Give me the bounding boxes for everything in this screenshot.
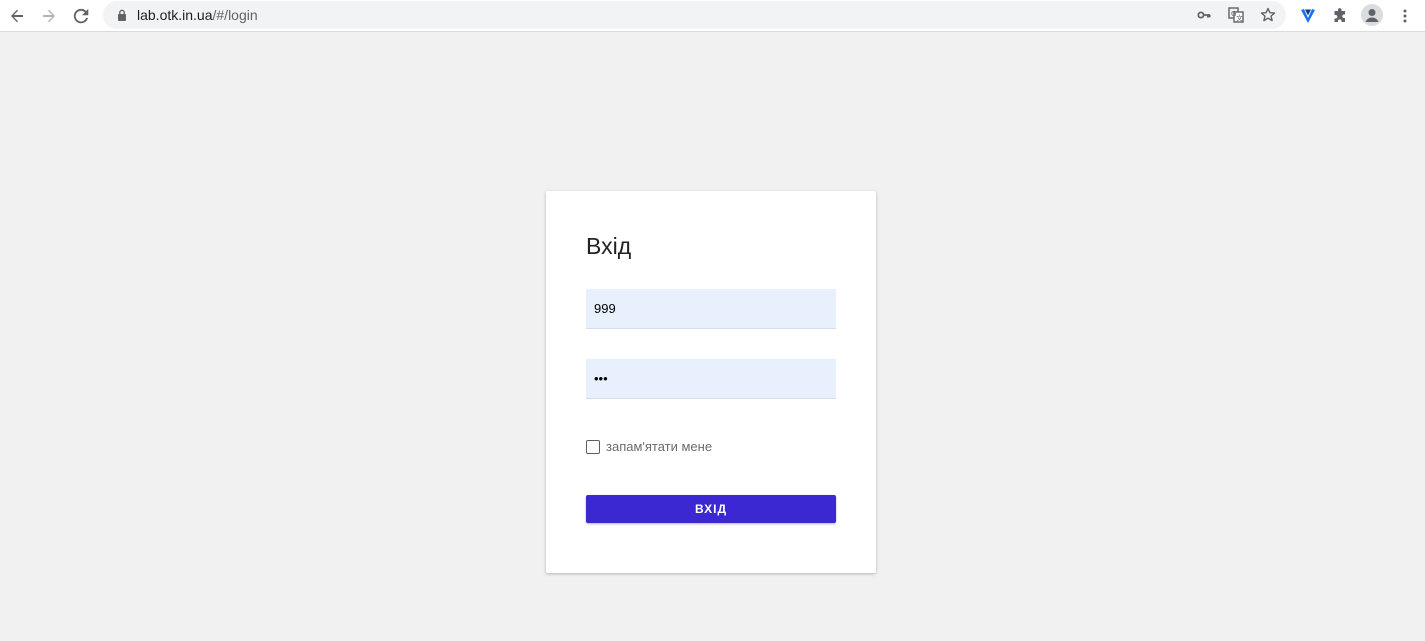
remember-checkbox[interactable] <box>586 439 600 454</box>
browser-toolbar: lab.otk.in.ua/#/login G文 <box>0 0 1425 32</box>
login-card: Вхід запам'ятати мене ВХІД <box>546 191 876 573</box>
url-text[interactable]: lab.otk.in.ua/#/login <box>137 8 258 22</box>
remember-me[interactable]: запам'ятати мене <box>586 439 712 454</box>
svg-text:文: 文 <box>1236 14 1243 23</box>
extension-v-icon[interactable] <box>1297 5 1319 27</box>
menu-icon[interactable] <box>1394 5 1416 27</box>
password-input[interactable] <box>586 359 836 399</box>
puzzle-icon[interactable] <box>1329 5 1351 27</box>
key-icon[interactable] <box>1196 7 1212 23</box>
url-host: lab.otk.in.ua <box>137 7 213 23</box>
back-button[interactable] <box>5 4 29 28</box>
username-input[interactable] <box>586 289 836 329</box>
forward-button[interactable] <box>37 4 61 28</box>
profile-icon[interactable] <box>1361 4 1383 26</box>
reload-icon <box>73 8 89 24</box>
translate-icon[interactable]: G文 <box>1228 7 1244 23</box>
remember-label: запам'ятати мене <box>606 439 713 454</box>
back-icon <box>11 9 23 23</box>
lock-icon[interactable] <box>115 8 129 22</box>
forward-icon <box>43 9 55 23</box>
star-icon[interactable] <box>1260 7 1276 23</box>
reload-button[interactable] <box>69 4 93 28</box>
login-title: Вхід <box>586 233 632 259</box>
url-path: /#/login <box>212 7 258 23</box>
address-bar[interactable]: lab.otk.in.ua/#/login G文 <box>103 1 1286 29</box>
login-button[interactable]: ВХІД <box>586 495 836 523</box>
